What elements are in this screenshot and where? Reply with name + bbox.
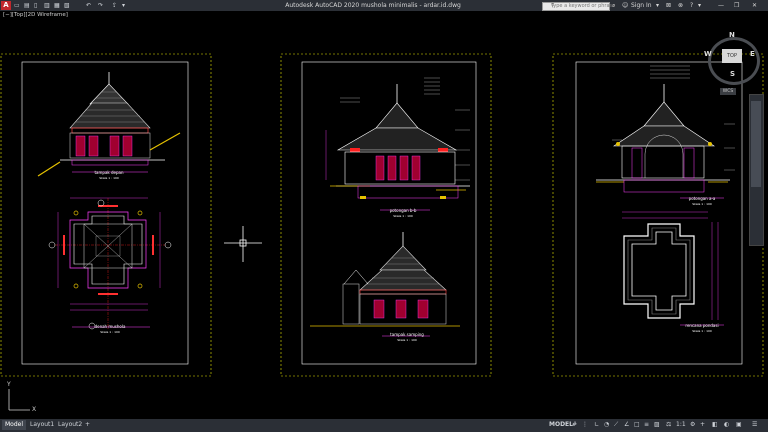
ucs-icon — [8, 389, 30, 411]
grid-icon[interactable]: # — [572, 421, 577, 428]
sheet3-scale1: Skala 1 : 100 — [692, 202, 712, 206]
share-icon[interactable]: ⇪ — [112, 2, 117, 9]
sheet3-title1: potongan a-a — [689, 196, 716, 201]
connect-icon[interactable]: ⊗ — [678, 2, 683, 9]
ortho-icon[interactable]: ∟ — [594, 421, 599, 428]
sheet2-title1: potongan b-b — [390, 208, 417, 213]
close-icon[interactable]: ✕ — [752, 2, 757, 9]
foundation-plan: rencana pondasi Skala 1 : 100 — [622, 211, 724, 333]
section-aa: potongan a-a Skala 1 : 100 — [596, 65, 735, 206]
tab-layout1[interactable]: Layout1 — [27, 420, 57, 430]
crosshair-cursor — [224, 226, 262, 262]
sheet2-scale2: Skala 1 : 100 — [397, 338, 417, 342]
maximize-icon[interactable]: ❐ — [734, 2, 739, 9]
viewcube-east[interactable]: E — [750, 50, 755, 58]
customize-icon[interactable]: ☰ — [752, 421, 757, 428]
sheet1-title1: tampak depan — [94, 170, 123, 175]
new-icon[interactable]: ▯ — [34, 2, 37, 9]
binoculars-icon[interactable]: ⌕ — [612, 2, 615, 10]
search-placeholder: Type a keyword or phrase — [551, 3, 616, 9]
viewcube[interactable]: N S E W TOP — [704, 31, 760, 85]
section-bb: potongan b-b Skala 1 : 100 — [325, 77, 470, 218]
ucs-x-label: X — [32, 406, 37, 413]
viewport-controls-label[interactable]: [−][Top][2D Wireframe] — [3, 12, 68, 18]
sheet3-title2: rencana pondasi — [685, 323, 718, 328]
sheet1-scale2: Skala 1 : 100 — [100, 330, 120, 334]
wcs-dropdown[interactable]: WCS — [720, 88, 736, 95]
front-elevation: tampak depan Skala 1 : 100 — [37, 72, 181, 180]
sign-in-dropdown-icon[interactable]: ▾ — [656, 2, 659, 9]
clean-screen-icon[interactable]: ▣ — [736, 421, 742, 428]
isodraft-icon[interactable]: ⟋ — [614, 421, 618, 429]
undo-icon[interactable]: ↶ — [86, 2, 91, 9]
help-dropdown-icon[interactable]: ▾ — [698, 2, 701, 9]
sign-in-link[interactable]: Sign In — [631, 2, 652, 9]
save-icon[interactable]: ▤ — [24, 2, 30, 9]
quick-access-dropdown-icon[interactable]: ▾ — [122, 2, 125, 9]
osnap-tracking-icon[interactable]: ∠ — [624, 421, 629, 428]
open-icon[interactable]: ▭ — [14, 2, 20, 9]
saveas-icon[interactable]: ▥ — [44, 2, 50, 9]
sheet1-title2: denah mushola — [95, 324, 126, 329]
viewcube-south[interactable]: S — [730, 70, 735, 78]
hardware-accel-icon[interactable]: ◧ — [712, 421, 718, 428]
navigation-bar[interactable] — [749, 94, 764, 246]
plus-icon[interactable]: + — [700, 421, 705, 428]
navigation-bar-strip[interactable] — [751, 101, 761, 187]
transparency-icon[interactable]: ▨ — [654, 421, 660, 428]
minimize-icon[interactable]: — — [718, 2, 724, 9]
plot-icon[interactable]: ▧ — [64, 2, 70, 9]
title-bar: A ▭ ▤ ▯ ▥ ▦ ▧ ↶ ↷ ⇪ ▾ Autodesk AutoCAD 2… — [0, 0, 768, 11]
viewcube-west[interactable]: W — [704, 50, 712, 58]
sheet1-scale1: Skala 1 : 100 — [99, 176, 119, 180]
tab-model[interactable]: Model — [2, 420, 27, 430]
status-bar: Model Layout1 Layout2 + MODEL # ⋮ ∟ ◔ ⟋ … — [0, 419, 768, 432]
osnap-icon[interactable]: □ — [634, 421, 640, 428]
sheet-2 — [280, 53, 492, 377]
window-title: Autodesk AutoCAD 2020 mushola minimalis … — [285, 2, 461, 9]
settings-icon[interactable]: ⚙ — [690, 421, 695, 428]
snap-icon[interactable]: ⋮ — [582, 421, 588, 428]
ucs-y-label: Y — [7, 381, 11, 388]
annotation-scale-value[interactable]: 1:1 — [676, 421, 686, 428]
help-icon[interactable]: ? — [690, 2, 693, 9]
sheet2-title2: tampak samping — [390, 332, 424, 337]
drawing-canvas[interactable]: tampak depan Skala 1 : 100 denah mushola… — [0, 0, 768, 432]
lineweight-icon[interactable]: ≡ — [644, 421, 649, 428]
floor-plan: denah mushola Skala 1 : 100 — [48, 197, 172, 334]
tab-layout2[interactable]: Layout2 — [55, 420, 85, 430]
print-icon[interactable]: ▦ — [54, 2, 60, 9]
autocad-logo[interactable]: A — [1, 1, 11, 10]
tab-add[interactable]: + — [82, 420, 93, 430]
viewcube-top-face[interactable]: TOP — [722, 49, 742, 63]
side-elevation: tampak samping Skala 1 : 100 — [310, 232, 460, 342]
sheet3-scale2: Skala 1 : 100 — [692, 329, 712, 333]
search-box[interactable]: ⚲ Type a keyword or phrase — [542, 2, 615, 11]
viewcube-north[interactable]: N — [729, 31, 735, 39]
polar-icon[interactable]: ◔ — [604, 421, 609, 428]
annotation-scale-icon[interactable]: ⚖ — [666, 421, 671, 428]
model-space-button[interactable]: MODEL — [549, 421, 573, 428]
user-icon[interactable]: ☺ — [622, 2, 628, 9]
sheet2-scale1: Skala 1 : 100 — [393, 214, 413, 218]
sheet-3 — [552, 53, 764, 377]
redo-icon[interactable]: ↷ — [98, 2, 103, 9]
isolate-icon[interactable]: ◐ — [724, 421, 729, 428]
exchange-icon[interactable]: ⊠ — [666, 2, 671, 9]
